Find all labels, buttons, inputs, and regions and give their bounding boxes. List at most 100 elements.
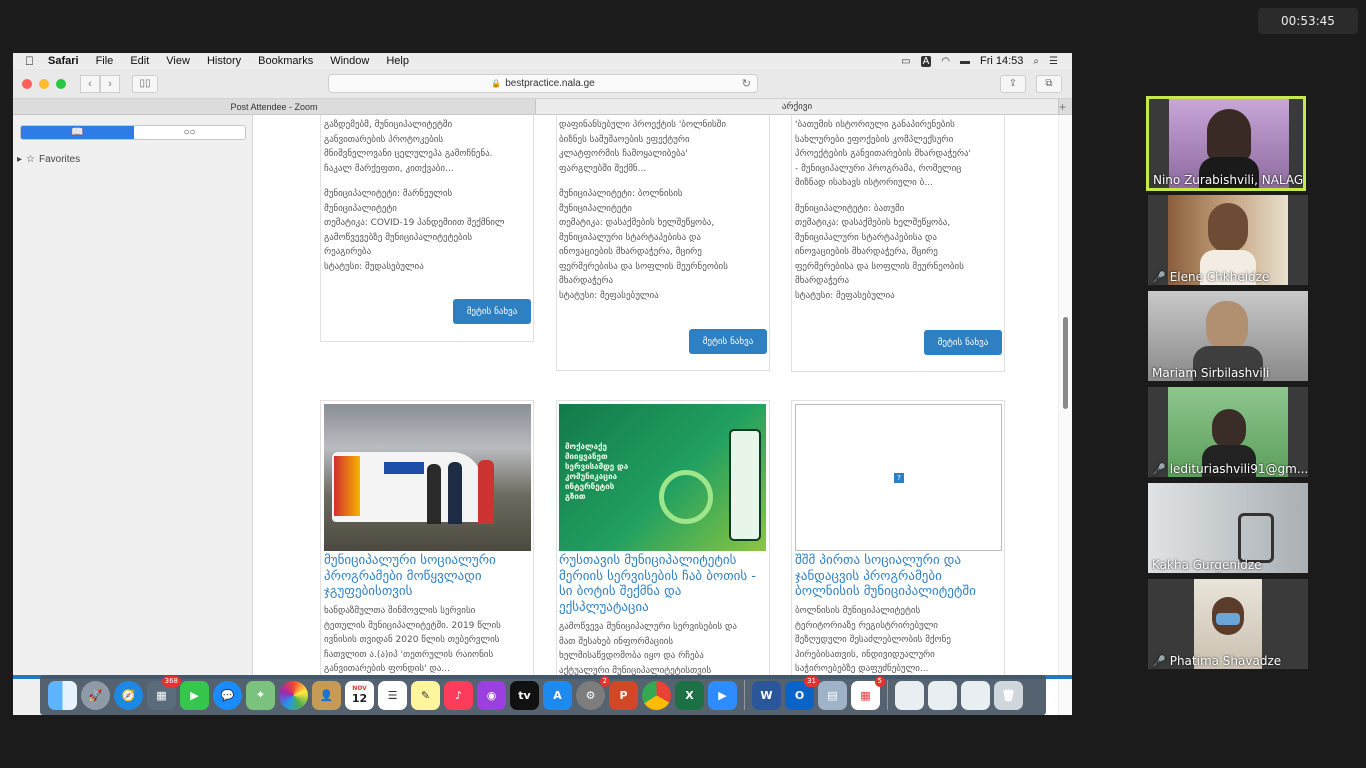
zoom-window-button[interactable] — [56, 78, 66, 89]
reminders-icon[interactable]: ☰ — [378, 680, 407, 710]
share-button[interactable]: ⇪ — [1000, 74, 1026, 93]
star-icon: ☆ — [26, 154, 35, 165]
dock-separator — [887, 680, 888, 710]
text-line: მუნიციპალური სტარტაპებისა და — [559, 232, 701, 243]
minimize-window-button[interactable] — [39, 78, 49, 89]
podcasts-icon[interactable]: ◉ — [477, 680, 506, 710]
contacts-icon[interactable]: 👤 — [312, 680, 341, 710]
scroll-thumb[interactable] — [1063, 317, 1068, 409]
address-bar[interactable]: 🔒 bestpractice.nala.ge ↻ — [328, 74, 758, 93]
card-top-1-text: გაზდემებმ, მუნიციპალიტეტში განვითარების … — [324, 118, 530, 274]
text-line: შეზღუდული შესაძლებლობის მქონე — [795, 635, 951, 645]
participant-name: 🎤 Phatima Shavadze — [1152, 654, 1281, 668]
preview-icon[interactable]: ▤ — [818, 680, 847, 710]
menu-edit[interactable]: Edit — [130, 55, 149, 67]
finder-icon[interactable] — [48, 680, 77, 710]
text-line: სტატუსი: მეფასებულია — [795, 290, 895, 301]
reload-icon[interactable]: ↻ — [742, 77, 751, 90]
tab-overview-button[interactable]: ⧉ — [1036, 74, 1062, 93]
wifi-icon[interactable]: ◠ — [941, 56, 950, 67]
menu-help[interactable]: Help — [386, 55, 409, 67]
card-image-chatbot-poster[interactable]: მოქალაქე მიიყვანეთ სერვისამდე და კომუნიკ… — [559, 404, 766, 551]
office-badge: 5 — [874, 675, 885, 687]
menu-view[interactable]: View — [166, 55, 190, 67]
favorites-folder[interactable]: ▸ ☆ Favorites — [17, 154, 80, 165]
microsoft-office-icon[interactable]: ▦ 5 — [851, 675, 885, 710]
zoom-icon[interactable]: ▶ — [708, 680, 737, 710]
outlook-icon[interactable]: O 31 — [785, 675, 819, 710]
card-title-1[interactable]: მუნიციპალური სოციალური პროგრამები მოწყვლ… — [324, 553, 536, 600]
forward-button[interactable]: › — [100, 74, 120, 93]
sidebar-segment-control: 📖 ○○ — [20, 125, 246, 140]
maps-icon[interactable]: ⌖ — [246, 680, 275, 710]
participant-tile-3[interactable]: Mariam Sirbilashvili — [1148, 291, 1308, 381]
participant-tile-6[interactable]: 🎤 Phatima Shavadze — [1148, 579, 1308, 669]
menu-file[interactable]: File — [96, 55, 114, 67]
menu-history[interactable]: History — [207, 55, 241, 67]
input-source-icon[interactable]: A — [920, 55, 932, 67]
tab-post-attendee[interactable]: Post Attendee - Zoom — [13, 99, 536, 114]
close-window-button[interactable] — [22, 78, 32, 89]
page-scrollbar[interactable] — [1058, 115, 1072, 715]
meeting-timer: 00:53:45 — [1258, 8, 1358, 34]
new-tab-icon[interactable]: + — [1059, 99, 1072, 114]
airplay-icon[interactable]: ▭ — [901, 56, 910, 67]
system-preferences-icon[interactable]: ⚙ 2 — [576, 675, 610, 710]
reading-list-glasses-icon[interactable]: ○○ — [134, 126, 245, 139]
trash-icon[interactable]: 🗑 — [994, 680, 1023, 710]
calendar-icon[interactable]: NOV 12 — [345, 680, 374, 710]
menu-bookmarks[interactable]: Bookmarks — [258, 55, 313, 67]
person-silhouette — [1207, 109, 1251, 161]
logo-circle — [659, 470, 713, 524]
card-image-van-photo[interactable] — [324, 404, 531, 551]
battery-icon[interactable]: ▬ — [960, 56, 970, 67]
sidebar-toggle-button[interactable]: ▯▯ — [132, 74, 158, 93]
participant-tile-4[interactable]: 🎤 ledituriashvili91@gm... — [1148, 387, 1308, 477]
app-store-icon[interactable]: A — [543, 680, 572, 710]
chrome-icon[interactable] — [642, 680, 671, 710]
excel-icon[interactable]: X — [675, 680, 704, 710]
photo-booth-icon[interactable]: ▦ 368 — [147, 675, 181, 710]
mac-dock: 🚀 🧭 ▦ 368 ▶ 💬 ⌖ 👤 NOV 12 ☰ ✎ ♪ ◉ tv A ⚙ 2 … — [40, 675, 1046, 715]
music-icon[interactable]: ♪ — [444, 680, 473, 710]
document-thumbnail-icon[interactable] — [895, 680, 924, 710]
card-image-missing[interactable]: ? — [795, 404, 1002, 551]
participant-name: Kakha Gurgenidze — [1152, 558, 1262, 572]
document-thumbnail-icon[interactable] — [928, 680, 957, 710]
safari-icon[interactable]: 🧭 — [114, 680, 143, 710]
bookmarks-book-icon[interactable]: 📖 — [21, 126, 134, 139]
menu-window[interactable]: Window — [330, 55, 369, 67]
text-line: ტეთულის მუნიციპალიტეტში. 2019 წლის — [324, 620, 501, 631]
notes-icon[interactable]: ✎ — [411, 680, 440, 710]
disclosure-triangle-icon[interactable]: ▸ — [17, 154, 22, 165]
participant-tile-5[interactable]: Kakha Gurgenidze — [1148, 483, 1308, 573]
text-line: ბიზნეს სამუშაოების ეფექტური — [559, 134, 690, 145]
text-line: განვითარების პროტოკების — [324, 134, 444, 145]
participant-tile-2[interactable]: 🎤 Elene Chkheidze — [1148, 195, 1308, 285]
word-icon[interactable]: W — [752, 680, 781, 710]
participant-tile-1[interactable]: Nino Zurabishvili, NALAG — [1146, 96, 1306, 191]
tab-archive[interactable]: არქივი — [535, 99, 1059, 114]
more-button-1[interactable]: მეტის ნახვა — [453, 299, 531, 324]
notification-center-icon[interactable]: ☰ — [1049, 56, 1058, 67]
card-title-3[interactable]: შშმ პირთა სოციალური და ჯანდაცვის პროგრამ… — [795, 553, 1007, 600]
more-button-2[interactable]: მეტის ნახვა — [689, 329, 767, 354]
more-button-3[interactable]: მეტის ნახვა — [924, 330, 1002, 355]
messages-icon[interactable]: 💬 — [213, 680, 242, 710]
powerpoint-icon[interactable]: P — [609, 680, 638, 710]
spotlight-search-icon[interactable]: ⌕ — [1033, 56, 1039, 67]
menubar-clock[interactable]: Fri 14:53 — [980, 55, 1023, 67]
tab-bar: Post Attendee - Zoom არქივი + — [13, 99, 1072, 115]
menu-app[interactable]: Safari — [48, 55, 79, 67]
document-thumbnail-icon[interactable] — [961, 680, 990, 710]
photos-icon[interactable] — [279, 680, 308, 710]
launchpad-icon[interactable]: 🚀 — [81, 680, 110, 710]
back-button[interactable]: ‹ — [80, 74, 100, 93]
card-title-2[interactable]: რუსთავის მუნიციპალიტეტის მერიის სერვისებ… — [559, 553, 771, 615]
text-line: მიზნად ისახავს ისტორიული ბ... — [795, 178, 933, 188]
lock-icon: 🔒 — [491, 79, 502, 88]
facetime-icon[interactable]: ▶ — [180, 680, 209, 710]
text-line: სტატუსი: მეფასებულია — [559, 290, 659, 301]
apple-tv-icon[interactable]: tv — [510, 680, 539, 710]
apple-icon[interactable]:  — [25, 54, 34, 68]
